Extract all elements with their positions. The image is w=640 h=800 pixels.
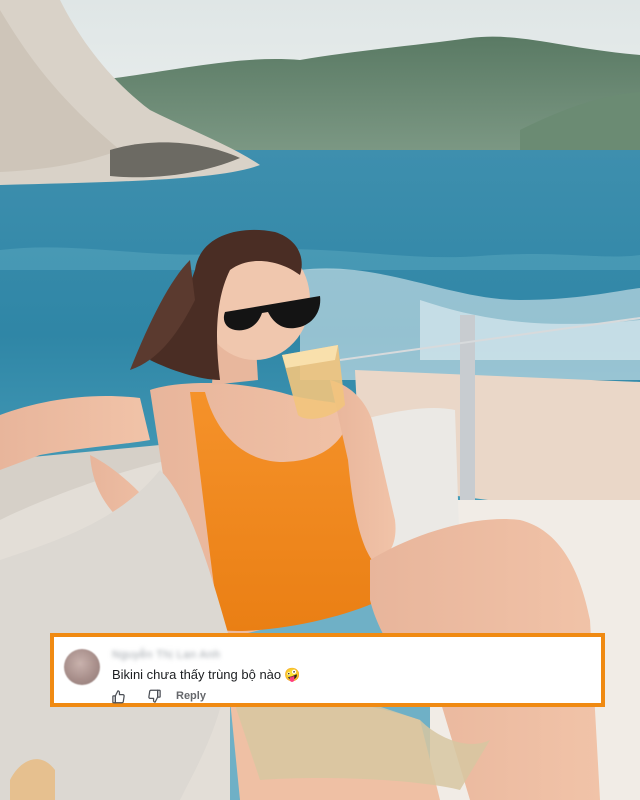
comment-body: Bikini chưa thấy trùng bộ nào bbox=[112, 667, 282, 682]
reply-button[interactable]: Reply bbox=[176, 690, 206, 702]
comment-card: Nguyễn Thị Lan Anh Bikini chưa thấy trùn… bbox=[50, 633, 605, 707]
comment-text: Bikini chưa thấy trùng bộ nào 🤪 bbox=[112, 667, 300, 683]
comment-emoji: 🤪 bbox=[284, 667, 301, 682]
thumbs-up-icon[interactable] bbox=[110, 688, 126, 704]
comment-author[interactable]: Nguyễn Thị Lan Anh bbox=[112, 649, 220, 661]
thumbs-down-icon[interactable] bbox=[146, 688, 162, 704]
comment-actions: Reply bbox=[110, 688, 206, 704]
avatar[interactable] bbox=[64, 649, 100, 685]
